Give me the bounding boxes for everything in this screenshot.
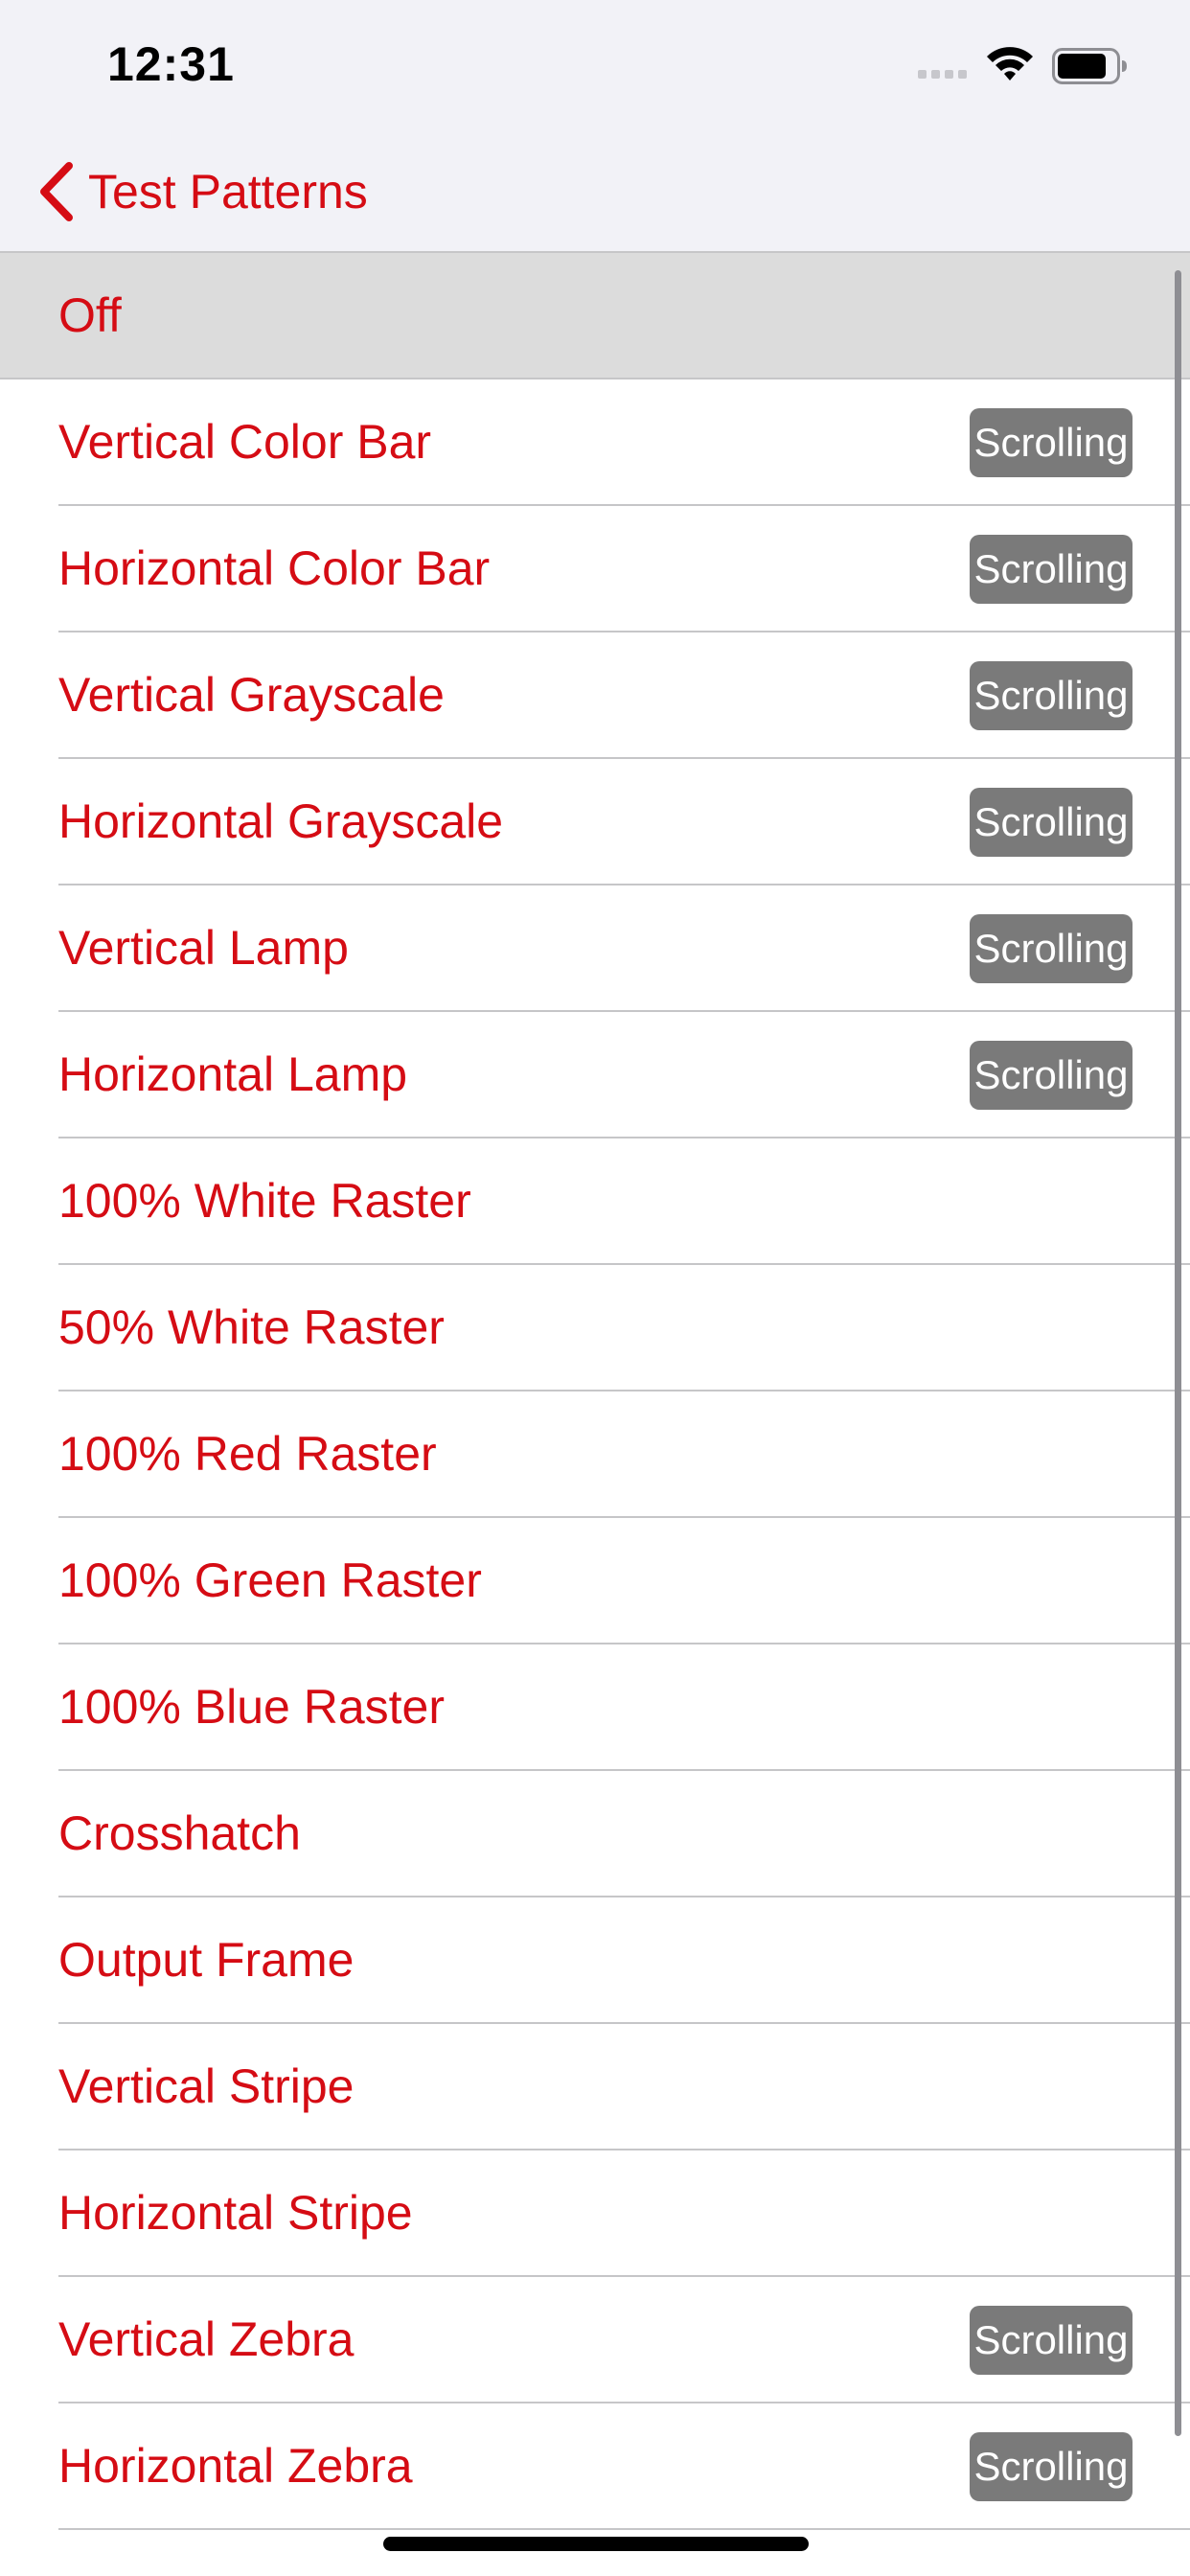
list-item-label: 100% Green Raster xyxy=(58,1553,482,1607)
scrolling-badge: Scrolling xyxy=(970,788,1133,857)
list-item[interactable]: 100% Blue Raster xyxy=(0,1644,1190,1771)
list-item-label: 100% Blue Raster xyxy=(58,1680,446,1734)
navigation-bar: Test Patterns xyxy=(0,134,1190,253)
wifi-icon xyxy=(987,47,1033,80)
scrolling-badge: Scrolling xyxy=(970,1041,1133,1110)
scrolling-badge: Scrolling xyxy=(970,535,1133,604)
list-item-label: Vertical Grayscale xyxy=(58,668,445,722)
row-separator xyxy=(58,2528,1190,2530)
list-item[interactable]: 100% Red Raster xyxy=(0,1392,1190,1518)
list-item-label: Vertical Zebra xyxy=(58,2312,355,2366)
back-button[interactable]: Test Patterns xyxy=(34,155,368,228)
list-item-label: Horizontal Grayscale xyxy=(58,794,504,848)
scrolling-badge: Scrolling xyxy=(970,661,1133,730)
scrolling-badge: Scrolling xyxy=(970,914,1133,983)
chevron-left-icon xyxy=(40,162,73,221)
home-indicator xyxy=(383,2537,809,2551)
list-item[interactable]: Off xyxy=(0,253,1190,380)
list-item[interactable]: Horizontal Zebra Scrolling xyxy=(0,2404,1190,2530)
list-item-label: 100% Red Raster xyxy=(58,1427,437,1481)
list-item-label: Horizontal Color Bar xyxy=(58,541,491,595)
list-item-label: Vertical Lamp xyxy=(58,921,349,975)
list-item-label: Horizontal Zebra xyxy=(58,2439,413,2493)
list-item[interactable]: Horizontal Color Bar Scrolling xyxy=(0,506,1190,632)
list-item[interactable]: Vertical Color Bar Scrolling xyxy=(0,380,1190,506)
list-item[interactable]: 50% White Raster xyxy=(0,1265,1190,1392)
list-item-label: 50% White Raster xyxy=(58,1300,445,1354)
list-item[interactable]: Horizontal Grayscale Scrolling xyxy=(0,759,1190,886)
list-item[interactable]: Vertical Stripe xyxy=(0,2024,1190,2150)
list-item[interactable]: 100% Green Raster xyxy=(0,1518,1190,1644)
list-item-label: Vertical Color Bar xyxy=(58,415,432,469)
list-item-label: Crosshatch xyxy=(58,1806,301,1860)
list-item-label: Vertical Stripe xyxy=(58,2059,355,2113)
scroll-indicator[interactable] xyxy=(1175,270,1181,2436)
list-item-label: Horizontal Lamp xyxy=(58,1047,408,1101)
status-bar: 12:31 xyxy=(0,0,1190,134)
list-item[interactable]: Vertical Zebra Scrolling xyxy=(0,2277,1190,2404)
scrolling-badge: Scrolling xyxy=(970,2432,1133,2501)
list-item[interactable]: Vertical Grayscale Scrolling xyxy=(0,632,1190,759)
cellular-signal-icon xyxy=(918,70,967,79)
list-item-label: Horizontal Stripe xyxy=(58,2186,413,2240)
scrolling-badge: Scrolling xyxy=(970,408,1133,477)
list-item[interactable]: Horizontal Stripe xyxy=(0,2150,1190,2277)
battery-icon xyxy=(1052,48,1127,84)
list-item[interactable]: Horizontal Lamp Scrolling xyxy=(0,1012,1190,1138)
list-item-label: 100% White Raster xyxy=(58,1174,471,1228)
scrolling-badge: Scrolling xyxy=(970,2306,1133,2375)
list-item[interactable]: Vertical Lamp Scrolling xyxy=(0,886,1190,1012)
pattern-list: Off Vertical Color Bar Scrolling Horizontal… xyxy=(0,253,1190,2530)
list-item-label: Off xyxy=(58,288,122,342)
status-time: 12:31 xyxy=(107,37,235,91)
list-item[interactable]: Output Frame xyxy=(0,1898,1190,2024)
list-item[interactable]: 100% White Raster xyxy=(0,1138,1190,1265)
list-item-label: Output Frame xyxy=(58,1933,355,1987)
back-button-label: Test Patterns xyxy=(88,165,368,218)
list-item[interactable]: Crosshatch xyxy=(0,1771,1190,1898)
